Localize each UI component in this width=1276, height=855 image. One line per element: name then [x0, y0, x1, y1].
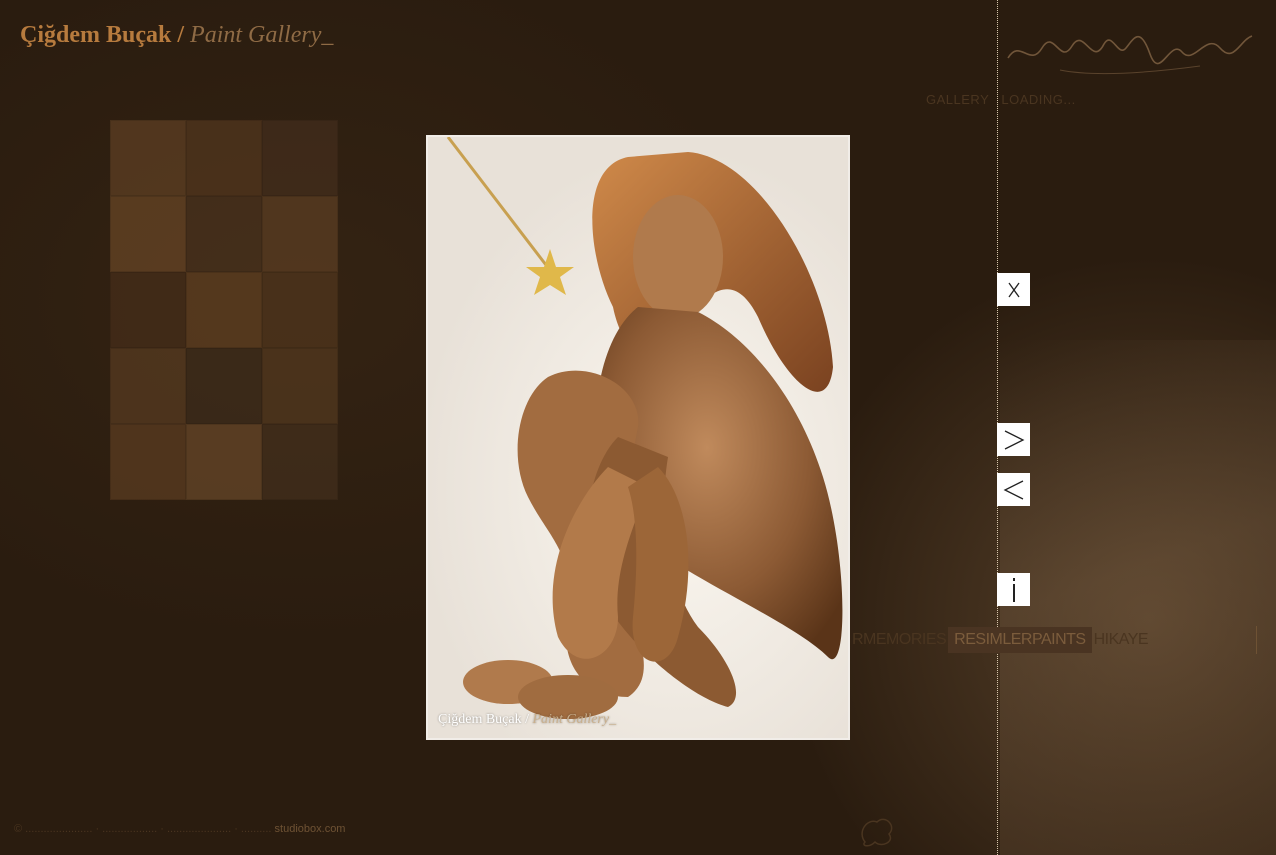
thumbnail[interactable] — [110, 424, 186, 500]
gallery-link[interactable]: GALLERY — [926, 92, 989, 107]
thumbnail[interactable] — [186, 272, 262, 348]
loading-status: LOADING... — [1001, 92, 1076, 107]
painting-image: Çiğdem Buçak / Paint Gallery_ — [428, 137, 848, 738]
menu-item-paintings[interactable]: RESIMLERPAINTS — [948, 627, 1092, 653]
painting-illustration — [446, 137, 843, 719]
close-icon — [1007, 282, 1020, 297]
corner-line-2: ..... ..... — [1160, 836, 1194, 848]
chevron-left-icon — [1003, 479, 1023, 500]
previous-button[interactable] — [997, 473, 1030, 506]
footer: © ...................... · .............… — [14, 823, 345, 835]
caption-subtitle: Paint Gallery_ — [532, 712, 617, 727]
menu-item-story[interactable]: HIKAYE — [1092, 631, 1151, 649]
thumbnail[interactable] — [262, 348, 338, 424]
thumbnail[interactable] — [110, 348, 186, 424]
caption-name: Çiğdem Buçak / — [438, 712, 529, 727]
top-menu: GALLERY LOADING... — [926, 92, 1084, 107]
site-title: Çiğdem Buçak / Paint Gallery_ — [20, 22, 333, 49]
corner-line-1: ... ...... ..... — [1160, 818, 1209, 830]
thumbnail[interactable] — [110, 272, 186, 348]
gallery-subtitle: Paint Gallery_ — [190, 22, 334, 48]
studio-logo — [861, 818, 893, 847]
signature-logo — [1007, 35, 1253, 74]
footer-text: © ...................... · .............… — [14, 823, 272, 835]
thumbnail[interactable] — [186, 348, 262, 424]
painting-caption: Çiğdem Buçak / Paint Gallery_ — [438, 712, 616, 728]
menu-item-memories[interactable]: RMEMORIES — [850, 631, 948, 649]
footer-credit-link[interactable]: studiobox.com — [275, 823, 346, 835]
thumbnail[interactable] — [262, 424, 338, 500]
close-button[interactable] — [997, 273, 1030, 306]
thumbnail[interactable] — [186, 120, 262, 196]
hand-sketch-decoration — [1000, 340, 1276, 855]
thumbnail[interactable] — [110, 196, 186, 272]
painting-viewer: Çiğdem Buçak / Paint Gallery_ — [426, 135, 850, 740]
bottom-menu: RMEMORIES RESIMLERPAINTS HIKAYE — [850, 626, 1257, 654]
artist-name: Çiğdem Buçak — [20, 22, 172, 48]
info-button[interactable] — [997, 573, 1030, 606]
next-button[interactable] — [997, 423, 1030, 456]
thumbnail[interactable] — [262, 120, 338, 196]
thumbnail[interactable] — [110, 120, 186, 196]
thumbnail[interactable] — [186, 196, 262, 272]
thumbnail[interactable] — [186, 424, 262, 500]
thumbnail[interactable] — [262, 272, 338, 348]
corner-text: ... ...... ..... ..... ..... — [1160, 815, 1209, 851]
thumbnail-grid — [110, 120, 338, 500]
info-icon — [1012, 577, 1015, 602]
thumbnail[interactable] — [262, 196, 338, 272]
title-separator: / — [177, 22, 185, 48]
chevron-right-icon — [1004, 429, 1024, 450]
